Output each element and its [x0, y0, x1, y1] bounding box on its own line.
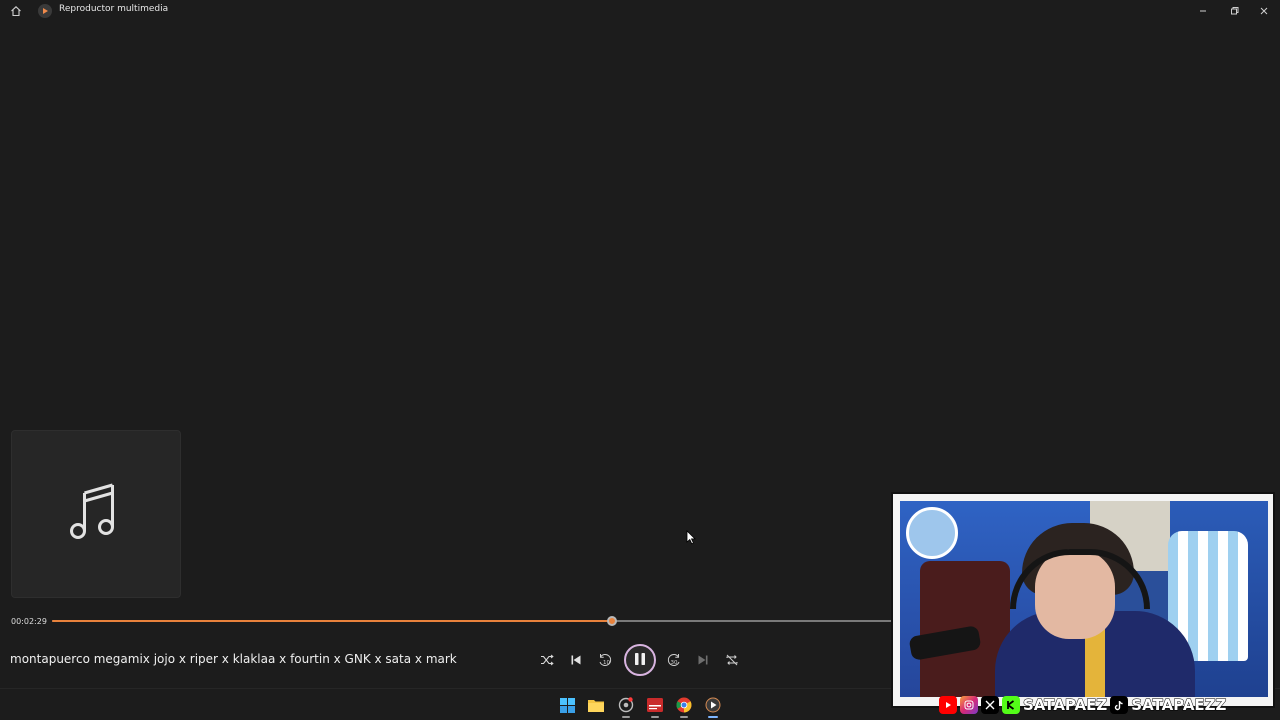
rewind-label: 10: [603, 660, 610, 666]
social-handle: SATAPAEZ: [1022, 696, 1108, 715]
pause-icon: [634, 651, 646, 670]
youtube-icon: [939, 696, 957, 714]
social-handle: SATAPAEZZ: [1131, 696, 1227, 715]
seek-thumb[interactable]: [607, 616, 618, 626]
home-icon[interactable]: [8, 3, 24, 19]
elapsed-time: 00:02:29: [11, 617, 47, 626]
taskbar-running-indicator: [622, 716, 630, 718]
next-icon[interactable]: [693, 650, 713, 670]
restore-icon[interactable]: [1225, 2, 1243, 20]
x-twitter-icon: [981, 696, 999, 714]
song-title: montapuerco megamix jojo x riper x klakl…: [10, 652, 457, 666]
webcam-feed: [900, 501, 1268, 697]
chrome-icon[interactable]: [676, 697, 692, 718]
repeat-off-icon[interactable]: [722, 650, 742, 670]
album-art: [11, 430, 181, 598]
music-note-icon: [68, 481, 124, 547]
kick-icon: [1002, 696, 1020, 714]
minimize-icon[interactable]: [1194, 2, 1212, 20]
webcam-overlay: SATAPAEZ SATAPAEZZ: [891, 492, 1275, 715]
taskbar-running-indicator: [680, 716, 688, 718]
video-app-icon[interactable]: [647, 697, 663, 718]
club-logo: [906, 507, 958, 559]
forward-label: 30: [671, 660, 678, 666]
shuffle-icon[interactable]: [537, 650, 557, 670]
mouse-cursor-icon: [686, 530, 696, 549]
rewind-10-icon[interactable]: 10: [595, 650, 615, 670]
instagram-icon: [960, 696, 978, 714]
seek-bar[interactable]: [52, 616, 892, 626]
social-handles-bar: SATAPAEZ SATAPAEZZ: [939, 695, 1227, 715]
seek-bar-fill: [52, 620, 613, 622]
title-bar: Reproductor multimedia: [0, 0, 1280, 22]
forward-30-icon[interactable]: 30: [664, 650, 684, 670]
app-icon[interactable]: [618, 697, 634, 718]
windows-start-icon[interactable]: [559, 697, 575, 713]
previous-icon[interactable]: [566, 650, 586, 670]
media-player-icon: [38, 4, 52, 18]
media-player-icon[interactable]: [705, 697, 721, 718]
window-title: Reproductor multimedia: [59, 4, 169, 14]
close-icon[interactable]: [1255, 2, 1273, 20]
tiktok-icon: [1110, 696, 1129, 714]
taskbar-running-indicator: [651, 716, 659, 718]
play-pause-button[interactable]: [624, 644, 656, 676]
file-explorer-icon[interactable]: [588, 697, 604, 713]
taskbar-active-indicator: [708, 716, 718, 718]
